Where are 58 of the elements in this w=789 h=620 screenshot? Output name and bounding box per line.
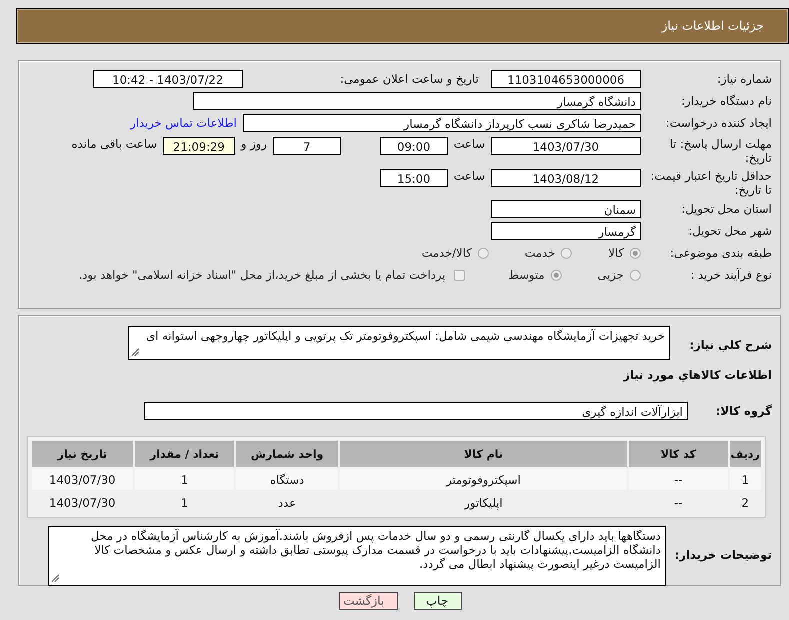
field-label: حداقل تاریخ اعتبار قیمت: تا تاریخ: [650,169,773,197]
announce-date-field: 1403/07/22 - 10:42 [93,70,243,88]
field-label: روز و [240,137,268,151]
price-validity-time-field: 15:00 [380,169,448,187]
field-label: نوع فرآیند خرید : [690,268,773,282]
category-radio[interactable]: کالا/خدمت [422,246,489,260]
reply-time-field: 09:00 [380,137,448,155]
field-label: شهر محل تحویل: [688,224,773,238]
field-label: شماره نیاز: [716,72,773,86]
field-label: گروه کالا: [715,404,773,418]
column-header: کد کالا [629,441,728,467]
resize-grip-icon[interactable] [131,348,140,357]
field-label: نام دستگاه خریدار: [680,94,773,108]
column-header: واحد شمارش [236,441,338,467]
category-radio[interactable]: کالا [608,246,641,260]
field-label: ساعت [452,169,486,183]
days-field: 7 [273,137,341,155]
payment-text: پرداخت تمام یا بخشی از مبلغ خرید،از محل "اسناد خزانه اسلامی" خواهد بود. [78,268,446,282]
buyer-contact-link[interactable]: اطلاعات تماس خریدار [130,116,237,130]
column-header: ردیف [730,441,761,467]
description-text: خرید تجهیزات آزمایشگاه مهندسی شیمی شامل: اسپکتروفوتومتر تک پرتویی و اپلیکاتور چهاروجهی استوانه ای [146,329,665,343]
process-radio[interactable]: متوسط [508,268,562,282]
category-radio[interactable]: خدمت [524,246,572,260]
column-header: نام کالا [340,441,628,467]
field-label: طبقه بندی موضوعی: [669,246,773,260]
field-label: ساعت باقی مانده [70,137,158,151]
payment-checkbox[interactable] [454,270,465,280]
price-validity-date-field: 1403/08/12 [491,169,641,187]
print-button[interactable]: چاپ [414,592,462,610]
buyer-notes-text: دستگاهها باید دارای یکسال گارنتی رسمی و دو سال خدمات پس ازفروش باشند.آموزش به کارشناس آزمایشگاه در محل دانشگاه الزامیست.پیشنهادات باید با درخواست در قسمت مدارک پیوستی تطابق داشته و ارسال عکس و مشخصات کالا الزامیست درغیر اینصورت پیشنهاد ابطال می گردد. [90,529,661,571]
section-heading: اطلاعات كالاهاي مورد نياز [622,368,773,384]
buyer-org-field: دانشگاه گرمسار [193,92,641,110]
goods-group-field: ابزارآلات اندازه گیری [144,402,688,420]
requester-field: حمیدرضا شاکری نسب کارپرداز دانشگاه گرمسار [243,114,641,132]
table-cell: دستگاه [236,469,338,490]
field-label: تاریخ و ساعت اعلان عمومی: [339,72,480,86]
column-header: تاریخ نیاز [32,441,134,467]
table-cell: 1 [730,469,761,490]
remaining-time-field: 21:09:29 [163,137,236,155]
table-cell: 1 [135,469,234,490]
column-header: تعداد / مقدار [135,441,234,467]
table-cell: -- [629,469,728,490]
field-label: ایجاد کننده درخواست: [665,116,773,130]
field-label: مهلت ارسال پاسخ: تا تاریخ: [668,137,773,165]
field-label: توضیحات خریدار: [674,547,773,562]
field-label: شرح كلي نياز: [688,337,773,352]
resize-grip-icon[interactable] [51,574,60,583]
province-field: سمنان [491,200,641,218]
reply-date-field: 1403/07/30 [491,137,641,155]
back-button[interactable]: بازگشت [338,592,398,610]
field-label: استان محل تحویل: [680,202,773,216]
need-number-field: 1103104653000006 [491,70,641,88]
city-field: گرمسار [491,222,641,240]
table-cell: 1403/07/30 [32,469,134,490]
page-title: جزئیات اطلاعات نیاز [662,19,764,33]
field-label: ساعت [452,137,486,151]
table-cell: اسپکتروفوتومتر [340,469,628,490]
process-radio[interactable]: جزیی [598,268,641,282]
